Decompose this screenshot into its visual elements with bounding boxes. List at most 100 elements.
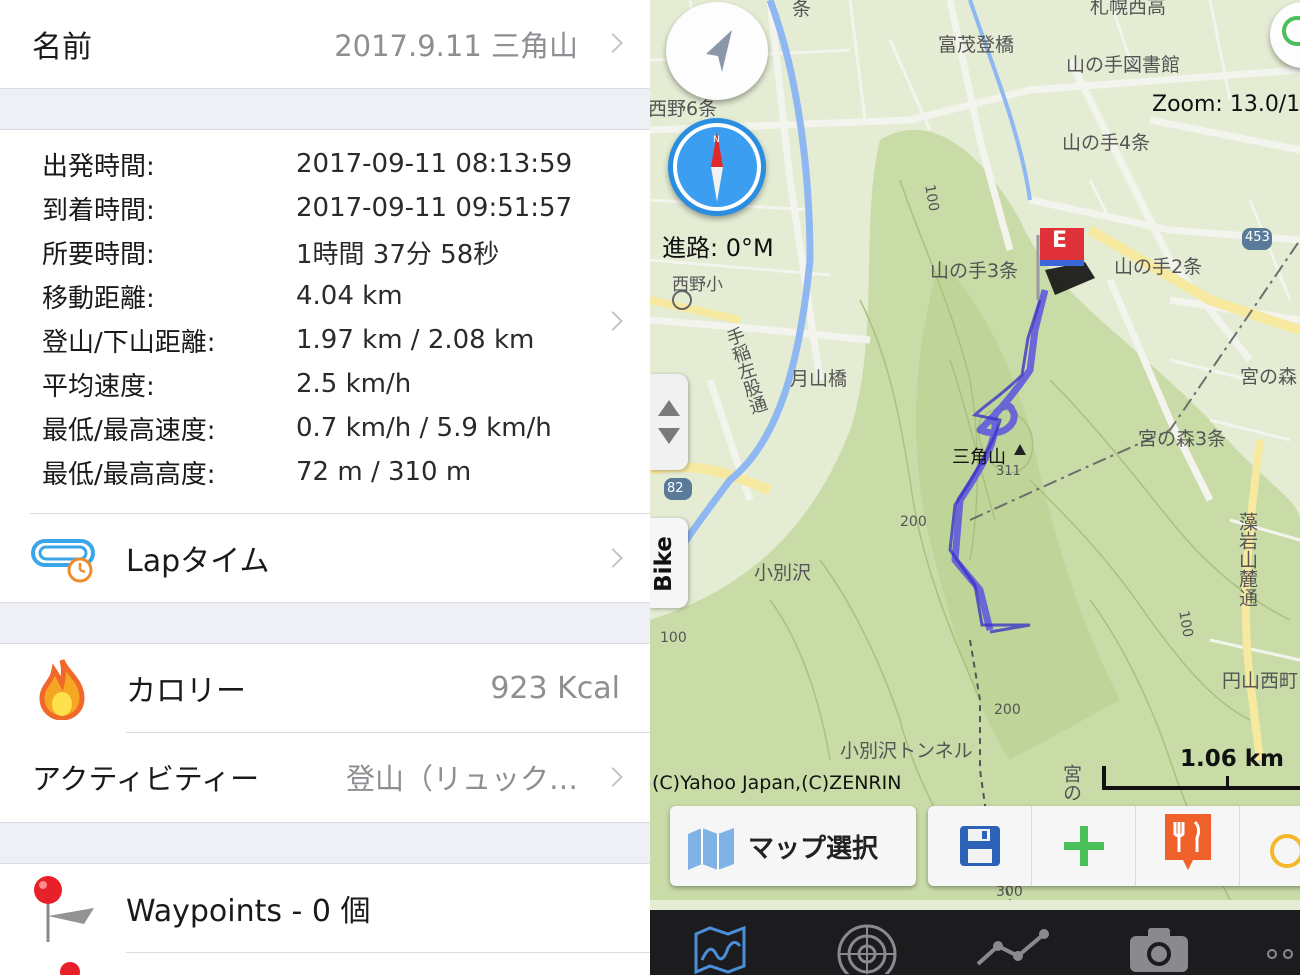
waypoints-row[interactable]: Waypoints - 0 個: [0, 864, 650, 952]
map-tab-icon: [694, 926, 746, 974]
stat-value: 0.7 km/h / 5.9 km/h: [296, 413, 552, 443]
map-label: 札幌西高: [1090, 0, 1167, 18]
end-flag-marker[interactable]: E: [1052, 228, 1067, 253]
stat-row: 到着時間: 2017-09-11 09:51:57: [42, 188, 572, 228]
stat-label: 移動距離:: [42, 283, 155, 314]
map-label: 山の手2条: [1114, 256, 1203, 278]
stat-label: 登山/下山距離:: [42, 327, 216, 358]
refresh-icon: [1282, 16, 1300, 46]
panel-resize-handle[interactable]: [650, 374, 688, 470]
tab-radar[interactable]: [830, 910, 910, 975]
chevron-right-icon: [603, 33, 623, 53]
track-detail-panel: 名前 2017.9.11 三角山 出発時間: 2017-09-11 08:13:5…: [0, 0, 650, 975]
navigation-arrow-icon: [706, 30, 732, 72]
stat-row: 登山/下山距離: 1.97 km / 2.08 km: [42, 320, 534, 360]
map-select-label: マップ選択: [748, 834, 879, 864]
stat-row: 平均速度: 2.5 km/h: [42, 364, 411, 404]
map-label: 200: [900, 514, 927, 530]
pin-icon: [60, 962, 80, 975]
camera-icon: [1130, 928, 1188, 972]
map-label: 小別沢トンネル: [840, 740, 973, 762]
bike-mode-tab[interactable]: Bike: [650, 518, 688, 608]
svg-text:N: N: [713, 135, 720, 145]
locate-button[interactable]: [666, 2, 768, 100]
tab-camera[interactable]: [1120, 910, 1200, 975]
activity-row[interactable]: アクティビティー 登山（リュック…: [0, 733, 650, 821]
save-button[interactable]: [928, 806, 1032, 886]
map-label: 月山橋: [790, 368, 848, 390]
stats-block[interactable]: 出発時間: 2017-09-11 08:13:59 到着時間: 2017-09-11…: [0, 130, 650, 513]
map-icon: [688, 828, 734, 870]
pin-icon: [24, 872, 96, 948]
stat-value: 1時間 37分 58秒: [296, 239, 500, 270]
stat-value: 2.5 km/h: [296, 369, 412, 399]
lap-time-row[interactable]: Lapタイム: [0, 514, 650, 602]
map-label: 100: [660, 630, 687, 646]
map-label: 円山西町: [1222, 670, 1299, 692]
stat-label: 出発時間:: [42, 151, 155, 182]
map-select-button[interactable]: マップ選択: [670, 806, 916, 886]
zoom-level: Zoom: 13.0/1: [1152, 92, 1300, 117]
map-view[interactable]: 条 札幌西高 富茂登橋 山の手図書館 西野6条 山の手4条 山の手3条 山の手2…: [650, 0, 1300, 975]
scale-bar: [1102, 766, 1300, 790]
stat-label: 所要時間:: [42, 239, 155, 270]
map-label: 宮の森3条: [1138, 428, 1227, 450]
fork-knife-icon: [1165, 814, 1211, 870]
stopwatch-icon: [1270, 834, 1300, 868]
tab-more[interactable]: [1260, 910, 1300, 975]
map-label: 小別沢: [754, 562, 812, 584]
tab-graph[interactable]: [972, 910, 1052, 975]
timer-button[interactable]: [1240, 806, 1300, 886]
heading-readout: 進路: 0°M: [662, 234, 774, 262]
stat-label: 平均速度:: [42, 371, 155, 402]
add-button[interactable]: [1032, 806, 1136, 886]
action-toolbar: [928, 806, 1300, 886]
stat-label: 到着時間:: [42, 195, 155, 226]
stat-label: 最低/最高速度:: [42, 415, 216, 446]
stat-value: 72 m / 310 m: [296, 457, 472, 487]
chevron-right-icon: [603, 548, 623, 568]
map-label: 富茂登橋: [938, 34, 1015, 56]
bike-mode-label: Bike: [650, 536, 677, 592]
scale-bar-tick: [1226, 776, 1229, 790]
stat-row: 最低/最高高度: 72 m / 310 m: [42, 452, 471, 492]
map-label: 山の手4条: [1062, 132, 1151, 154]
calorie-row: カロリー 923 Kcal: [0, 644, 650, 732]
divider: [126, 952, 650, 953]
stat-row: 所要時間: 1時間 37分 58秒: [42, 232, 499, 272]
name-label: 名前: [32, 30, 92, 65]
compass-button[interactable]: N: [668, 118, 766, 216]
section-gap: [0, 602, 650, 644]
bottom-tab-bar: [650, 910, 1300, 975]
stat-value: 4.04 km: [296, 281, 403, 311]
line-graph-icon: [976, 929, 1049, 966]
activity-label: アクティビティー: [32, 762, 260, 796]
restaurant-button[interactable]: [1136, 806, 1240, 886]
stat-value: 2017-09-11 08:13:59: [296, 149, 573, 179]
plus-icon: [1064, 826, 1104, 866]
activity-value: 登山（リュック…: [345, 762, 578, 796]
map-label: 条: [792, 0, 812, 20]
chevron-right-icon: [603, 767, 623, 787]
tab-map[interactable]: [680, 910, 760, 975]
stat-value: 1.97 km / 2.08 km: [296, 325, 535, 355]
section-gap: [0, 822, 650, 864]
radar-icon: [837, 924, 897, 974]
stat-label: 最低/最高高度:: [42, 459, 216, 490]
waypoints-label: Waypoints - 0 個: [126, 894, 371, 929]
map-label: 宮の森: [1240, 366, 1298, 388]
chevron-right-icon: [603, 311, 623, 331]
stat-row: 最低/最高速度: 0.7 km/h / 5.9 km/h: [42, 408, 552, 448]
map-label: 西野小: [672, 275, 723, 295]
map-label: 453: [1245, 230, 1270, 245]
up-down-arrows-icon: [658, 400, 680, 444]
flame-icon: [36, 658, 88, 721]
lap-time-label: Lapタイム: [126, 544, 270, 579]
name-row[interactable]: 名前 2017.9.11 三角山: [0, 0, 650, 88]
save-icon: [960, 826, 1000, 866]
stat-row: 移動距離: 4.04 km: [42, 276, 403, 316]
calorie-label: カロリー: [126, 674, 246, 709]
map-label: 82: [667, 481, 684, 496]
more-dots-icon: [1267, 949, 1293, 959]
name-value: 2017.9.11 三角山: [334, 29, 578, 63]
